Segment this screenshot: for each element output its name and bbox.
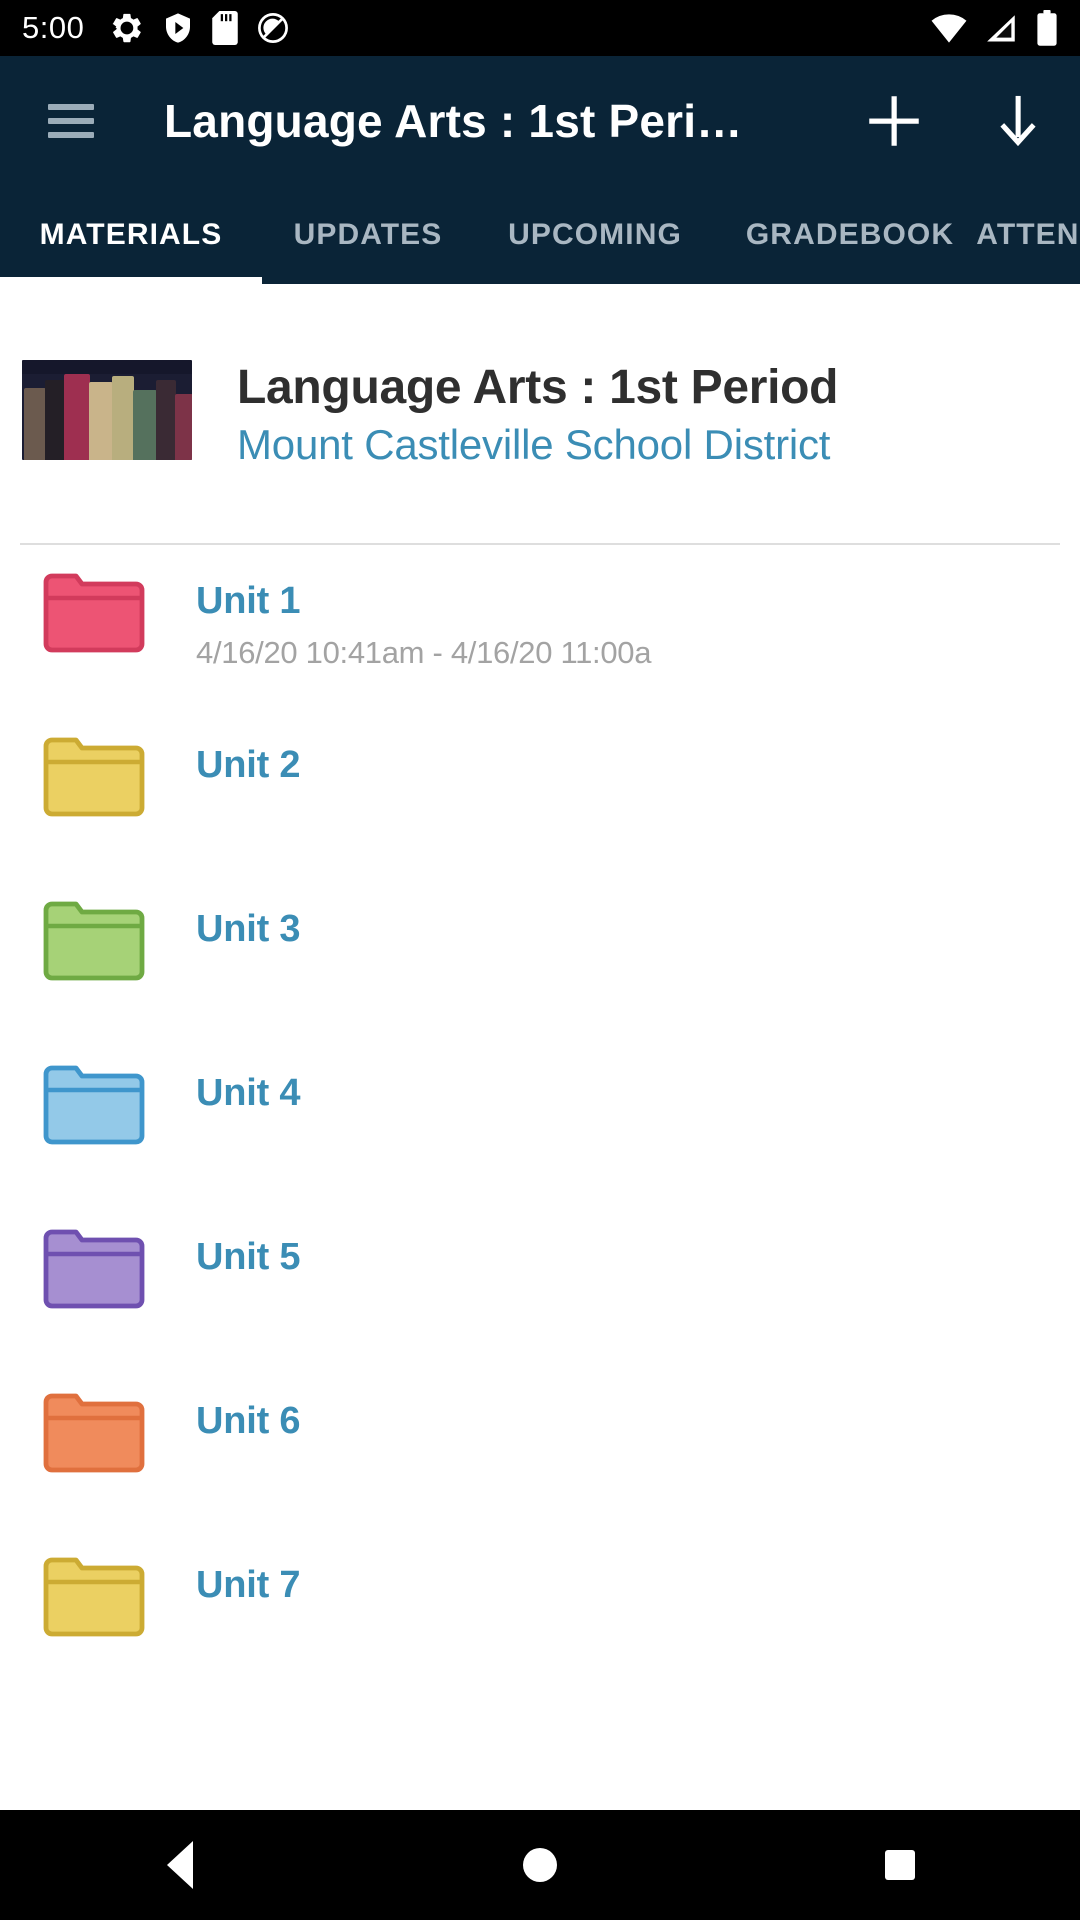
hamburger-bar [48,132,94,138]
list-item[interactable]: Unit 2 [0,720,1080,884]
system-navigation-bar [0,1810,1080,1920]
course-meta: Language Arts : 1st Period Mount Castlev… [237,360,839,468]
sd-card-icon [212,11,239,45]
list-item[interactable]: Unit 6 [0,1376,1080,1540]
unit-name[interactable]: Unit 4 [196,1072,301,1115]
course-header: Language Arts : 1st Period Mount Castlev… [0,284,1080,468]
unit-text-block: Unit 2 [196,720,301,799]
plus-icon [869,96,919,146]
list-item[interactable]: Unit 5 [0,1212,1080,1376]
list-item[interactable]: Unit 1 4/16/20 10:41am - 4/16/20 11:00a [0,556,1080,720]
unit-name[interactable]: Unit 2 [196,744,301,787]
back-button[interactable] [100,1810,260,1920]
recents-button[interactable] [820,1810,980,1920]
books-photo-thumbnail [22,360,192,460]
unit-text-block: Unit 5 [196,1212,301,1291]
hamburger-menu-icon[interactable] [48,104,94,138]
unit-dates: 4/16/20 10:41am - 4/16/20 11:00a [196,635,652,670]
unit-text-block: Unit 1 4/16/20 10:41am - 4/16/20 11:00a [196,556,652,671]
app-root: 5:00 Language Arts: 1st Peri… MATERIALS… [0,0,1080,1920]
status-bar: 5:00 [0,0,1080,56]
folder-icon [40,570,148,662]
tab-gradebook[interactable]: GRADEBOOK [716,186,984,284]
unit-text-block: Unit 7 [196,1540,301,1619]
course-title: Language Arts : 1st Period [237,361,839,414]
page-title: Language Arts : 1st Peri… [164,95,743,147]
unit-name[interactable]: Unit 3 [196,908,301,951]
unit-name[interactable]: Unit 5 [196,1236,301,1279]
hamburger-bar [48,104,94,110]
unit-text-block: Unit 3 [196,884,301,963]
settings-gear-icon [113,13,142,43]
home-button[interactable] [460,1810,620,1920]
wifi-icon [931,14,967,43]
folder-icon [40,1062,148,1154]
unit-text-block: Unit 6 [196,1376,301,1455]
back-triangle-icon [167,1841,193,1889]
play-protect-shield-icon [166,13,191,43]
list-item[interactable]: Unit 7 [0,1540,1080,1704]
folder-icon [40,898,148,990]
course-district[interactable]: Mount Castleville School District [237,421,838,468]
folder-icon [40,1554,148,1646]
list-item[interactable]: Unit 3 [0,884,1080,1048]
tab-attendance[interactable]: ATTENDANCE [976,186,1080,284]
tab-materials[interactable]: MATERIALS [0,186,262,284]
header-divider [20,543,1060,545]
home-circle-icon [523,1848,557,1882]
tab-bar: MATERIALS UPDATES UPCOMING GRADEBOOK ATT… [0,186,1080,284]
battery-full-icon [1037,10,1057,46]
recents-square-icon [885,1850,915,1880]
unit-name[interactable]: Unit 1 [196,580,651,623]
app-bar-actions [858,56,1054,186]
download-arrow-icon [1000,95,1036,147]
hamburger-bar [48,118,94,124]
data-saver-off-icon [258,13,289,43]
unit-text-block: Unit 4 [196,1048,301,1127]
status-right-icons [930,0,1058,56]
tab-upcoming[interactable]: UPCOMING [474,186,716,284]
status-clock: 5:00 [22,10,85,45]
folder-icon [40,1226,148,1318]
unit-name[interactable]: Unit 7 [196,1564,301,1607]
unit-name[interactable]: Unit 6 [196,1400,301,1443]
download-button[interactable] [982,85,1054,157]
tab-updates[interactable]: UPDATES [262,186,474,284]
materials-unit-list: Unit 1 4/16/20 10:41am - 4/16/20 11:00a … [0,556,1080,1704]
folder-icon [40,1390,148,1482]
status-left-icons [110,11,290,45]
app-bar: Language Arts : 1st Peri… [0,56,1080,186]
list-item[interactable]: Unit 4 [0,1048,1080,1212]
no-sim-signal-icon [987,15,1015,42]
add-button[interactable] [858,85,930,157]
folder-icon [40,734,148,826]
